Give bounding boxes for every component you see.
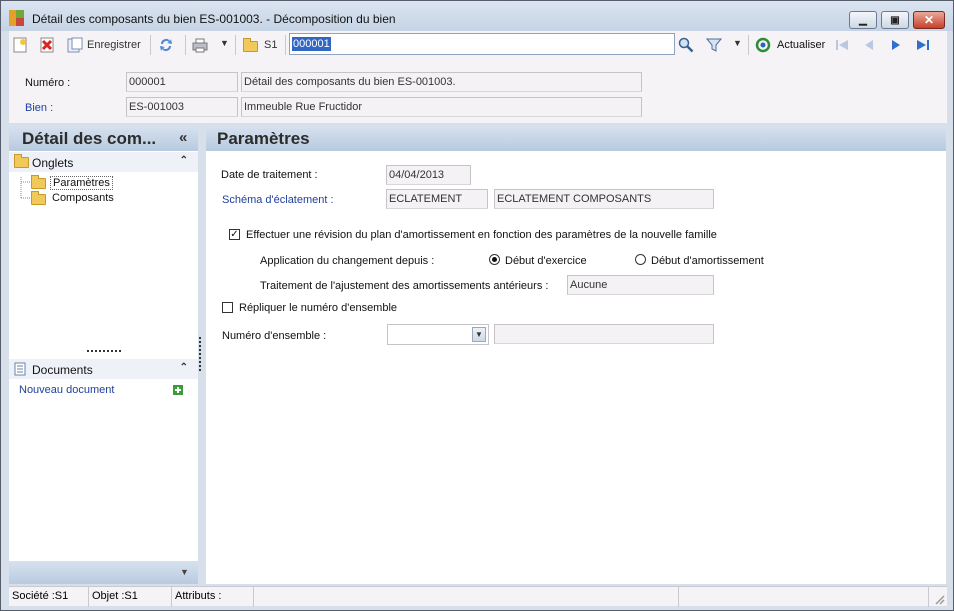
radio-debut-amortissement[interactable] [635,254,646,265]
folder-button[interactable]: S1 [264,39,277,51]
app-window: Détail des composants du bien ES-001003.… [0,0,954,611]
folder-icon [14,154,29,168]
status-societe: Société :S1 [9,587,89,607]
main-panel: Paramètres Date de traitement : 04/04/20… [206,125,946,584]
status-bar: Société :S1 Objet :S1 Attributs : [9,586,947,607]
date-label: Date de traitement : [221,169,318,181]
sync-icon[interactable] [158,37,174,53]
chevron-down-icon[interactable]: ▼ [180,567,189,577]
chevron-down-icon[interactable]: ▼ [733,38,742,48]
window-title: Détail des composants du bien ES-001003.… [32,12,396,26]
status-attributs: Attributs : [172,587,254,607]
maximize-icon: ▣ [890,14,900,26]
resize-grip[interactable] [199,337,201,371]
chevron-up-icon[interactable]: ⌃ [180,362,188,373]
folder-open-icon [31,175,46,189]
application-label: Application du changement depuis : [260,255,435,267]
repliquer-label: Répliquer le numéro d'ensemble [239,302,398,314]
tabs-group-header[interactable]: Onglets ⌃ [9,152,198,172]
radio-debut-exercice[interactable] [489,254,500,265]
status-empty-cell [254,587,679,607]
sidebar-item-parametres[interactable]: Paramètres [50,176,113,190]
ajustement-field[interactable]: Aucune [567,275,714,295]
title-bar: Détail des composants du bien ES-001003.… [1,1,953,31]
toolbar-separator [285,35,286,55]
revision-label: Effectuer une révision du plan d'amortis… [246,229,717,241]
delete-icon[interactable] [39,37,55,53]
toolbar-separator [150,35,151,55]
revision-checkbox[interactable]: ✓ [229,229,240,240]
dropdown-chevron-icon[interactable]: ▼ [472,327,486,342]
ensemble-description-field[interactable] [494,324,714,344]
toolbar-separator [748,35,749,55]
collapse-sidebar-icon[interactable]: « [179,129,187,146]
status-objet: Objet :S1 [89,587,172,607]
main-header: Paramètres [206,125,946,151]
numero-label: Numéro : [25,77,71,89]
record-header: Numéro : 000001 Détail des composants du… [9,59,947,123]
tabs-group-label: Onglets [32,156,74,170]
refresh-icon [755,37,771,53]
toolbar-separator [235,35,236,55]
minimize-icon: ▁ [859,14,867,26]
bien-description-field[interactable]: Immeuble Rue Fructidor [241,97,642,117]
documents-group-label: Documents [32,363,93,377]
status-empty-cell [679,587,929,607]
new-document-icon[interactable] [12,37,28,53]
numero-field[interactable]: 000001 [126,72,238,92]
close-button[interactable]: ✕ [913,11,945,29]
sidebar-title: Détail des com... [22,129,157,148]
toolbar-separator [185,35,186,55]
splitter-grip[interactable] [87,350,121,352]
refresh-button[interactable]: Actualiser [777,39,825,51]
next-record-icon[interactable] [888,37,904,53]
new-document-link[interactable]: Nouveau document [19,384,114,396]
save-icon [67,37,83,53]
search-input[interactable]: 000001 [289,33,675,55]
bien-field[interactable]: ES-001003 [126,97,238,117]
app-icon [9,10,25,26]
schema-description-field[interactable]: ECLATEMENT COMPOSANTS [494,189,714,209]
chevron-down-icon[interactable]: ▼ [220,38,229,48]
document-icon [14,362,26,376]
date-field[interactable]: 04/04/2013 [386,165,471,185]
sidebar-footer: ▼ [9,561,198,584]
resize-grip-icon[interactable] [933,593,945,605]
radio-debut-amortissement-label: Début d'amortissement [651,255,764,267]
search-input-value: 000001 [292,37,331,51]
ajustement-label: Traitement de l'ajustement des amortisse… [260,280,549,292]
close-icon: ✕ [923,13,935,27]
ensemble-label: Numéro d'ensemble : [222,330,327,342]
numero-description-field[interactable]: Détail des composants du bien ES-001003. [241,72,642,92]
maximize-button[interactable]: ▣ [881,11,909,29]
ensemble-combobox[interactable]: ▼ [387,324,489,345]
bien-link[interactable]: Bien : [25,102,53,114]
sidebar: Détail des com... « Onglets ⌃ Paramètres… [9,125,201,584]
filter-icon[interactable] [706,37,722,53]
previous-record-icon[interactable] [861,37,877,53]
toolbar: Enregistrer ▼ S1 000001 ▼ Actualiser [9,31,947,59]
folder-icon [243,38,258,52]
minimize-button[interactable]: ▁ [849,11,877,29]
chevron-up-icon[interactable]: ⌃ [180,155,188,166]
schema-link[interactable]: Schéma d'éclatement : [222,194,334,206]
sidebar-item-composants[interactable]: Composants [52,192,114,204]
radio-debut-exercice-label: Début d'exercice [505,255,587,267]
last-record-icon[interactable] [915,37,931,53]
documents-group-header[interactable]: Documents ⌃ [9,359,198,379]
first-record-icon[interactable] [834,37,850,53]
page-title: Paramètres [217,129,310,148]
schema-code-field[interactable]: ECLATEMENT [386,189,488,209]
search-icon[interactable] [678,37,694,53]
repliquer-checkbox[interactable] [222,302,233,313]
print-icon[interactable] [192,37,208,53]
add-icon[interactable] [173,385,183,395]
sidebar-header: Détail des com... « [9,125,198,151]
save-button[interactable]: Enregistrer [87,39,141,51]
folder-icon [31,191,46,205]
